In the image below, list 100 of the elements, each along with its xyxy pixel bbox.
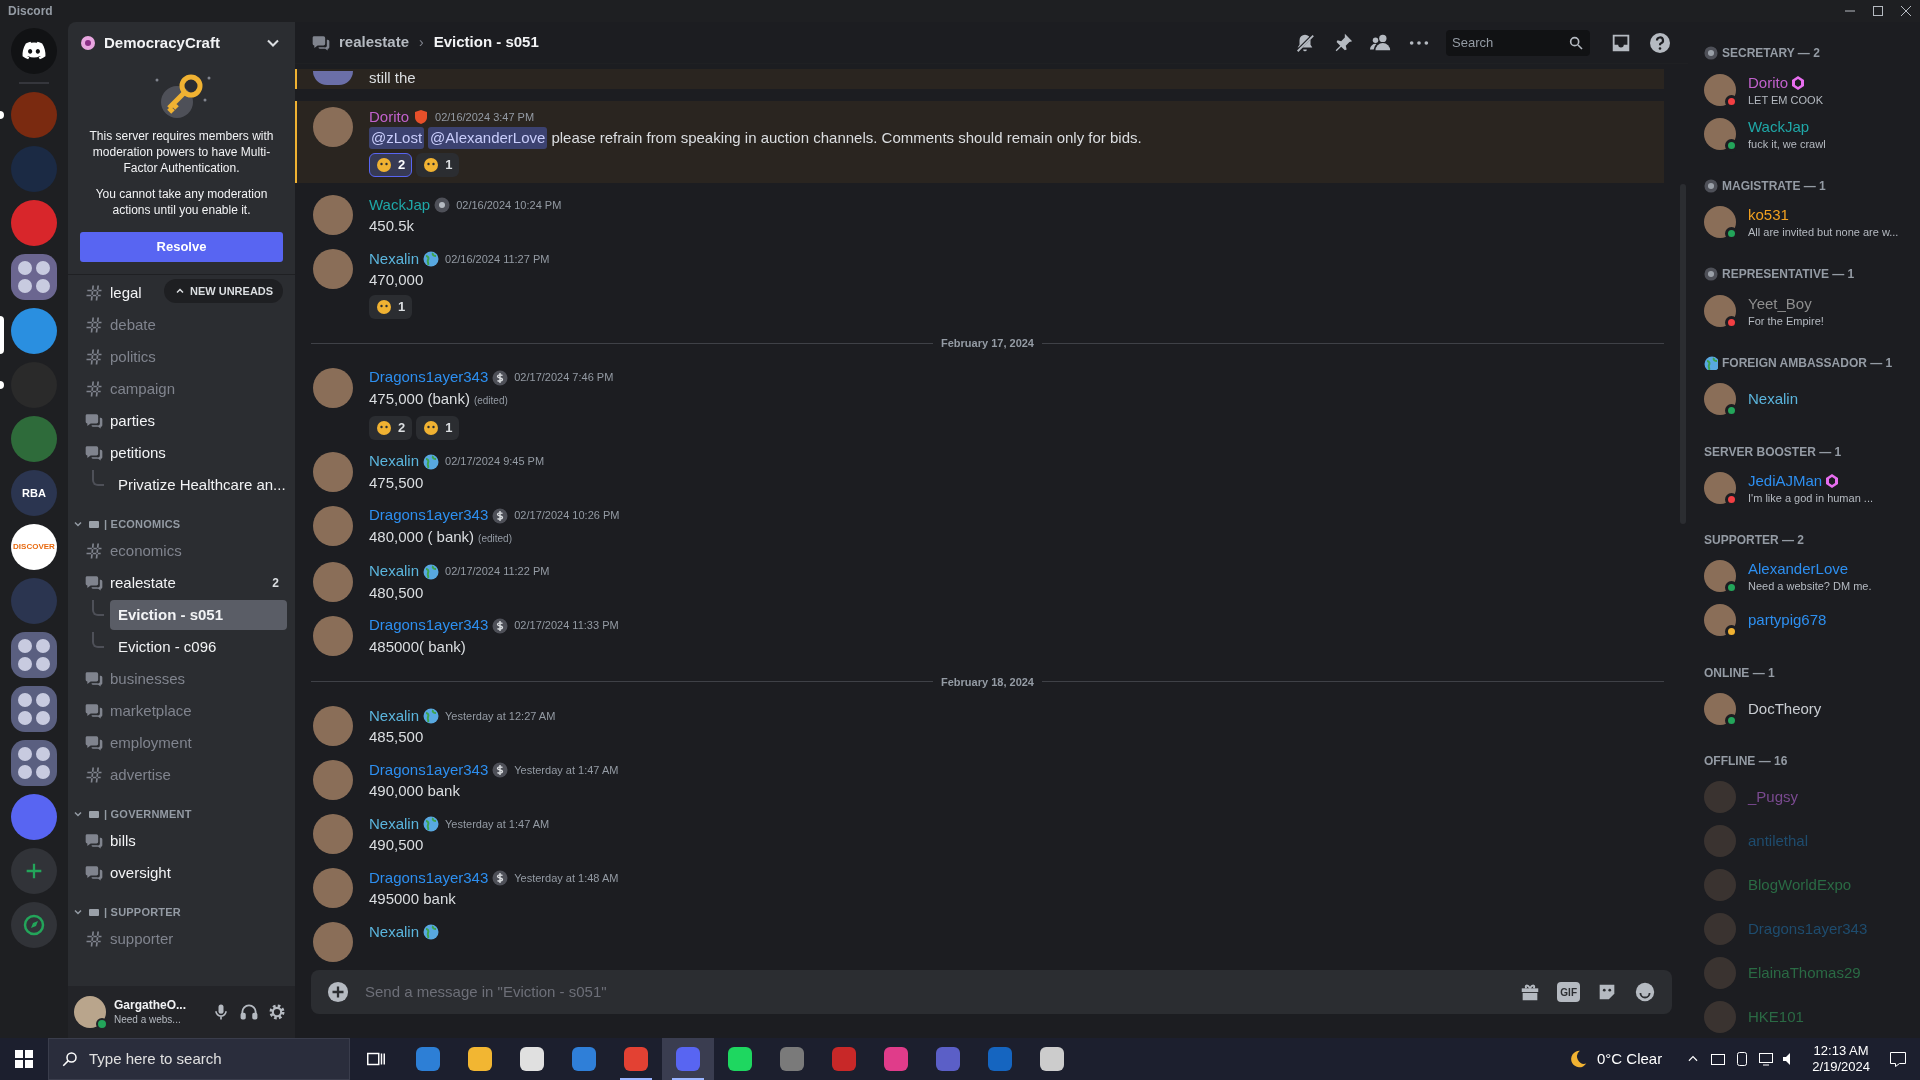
discover-button[interactable] [11,902,57,948]
server-folder[interactable] [11,254,57,300]
server-folder[interactable] [11,686,57,732]
avatar[interactable] [313,922,353,962]
channel-link[interactable]: marketplace [110,699,192,723]
author-name[interactable]: Nexalin [369,450,420,473]
channel-link[interactable]: parties [110,409,156,433]
author-name[interactable]: WackJap [369,193,431,217]
thread-link[interactable]: Privatize Healthcare an... [110,470,294,500]
channel-link[interactable]: debate [110,313,156,337]
channel-link[interactable]: businesses [110,667,186,691]
channel-link[interactable]: oversight [110,861,171,885]
server-icon[interactable] [11,794,57,840]
search-field[interactable]: Search [1446,29,1590,56]
author-name[interactable]: Dragons1ayer343 [369,758,489,782]
member-list-item[interactable]: ko531 All are invited but none are w... [1704,201,1920,244]
member-list-item[interactable]: JediAJMan I'm like a god in human ... [1704,466,1920,509]
reaction-button[interactable]: 1 [416,415,460,440]
author-name[interactable]: Dragons1ayer343 [369,504,489,527]
server-icon[interactable]: RBA [11,470,57,516]
author-name[interactable]: Nexalin [369,920,420,944]
member-list-item[interactable]: AlexanderLove Need a website? DM me. [1704,555,1920,598]
avatar[interactable] [313,249,353,289]
author-name[interactable]: Nexalin [369,812,420,836]
reaction-button[interactable]: 1 [369,295,413,319]
author-name[interactable]: Dragons1ayer343 [369,866,489,890]
avatar[interactable] [313,367,353,408]
channel-link[interactable]: economics [110,539,182,563]
member-list-item[interactable]: DocTheory [1704,687,1920,730]
avatar[interactable] [313,561,353,602]
channel-link[interactable]: supporter [110,927,174,951]
taskbar-search-field[interactable]: Type here to search [89,1047,337,1071]
thread-link[interactable]: Eviction - s051 [110,600,287,630]
maximize-icon[interactable] [1872,5,1884,17]
server-folder[interactable] [11,740,57,786]
author-name[interactable]: Nexalin [369,560,420,583]
category-header[interactable]: | ECONOMICS [104,515,181,533]
reaction-button[interactable]: 2 [369,153,413,177]
message-input-field[interactable]: Send a message in "Eviction - s051" [365,980,1504,1004]
author-name[interactable]: Dragons1ayer343 [369,366,489,389]
taskbar-app-icon[interactable] [662,1038,714,1080]
server-name[interactable]: DemocracyCraft [104,31,255,55]
avatar[interactable] [313,706,353,746]
server-icon[interactable] [11,308,57,354]
close-icon[interactable] [1900,5,1912,17]
avatar[interactable] [313,195,353,235]
breadcrumb-link[interactable]: realestate [339,31,410,54]
emoji-icon[interactable] [1634,981,1656,1003]
mention-link[interactable]: @AlexanderLove [428,127,548,149]
help-icon[interactable] [1648,30,1672,55]
author-name[interactable]: Dragons1ayer343 [369,614,489,637]
message-composer[interactable]: Send a message in "Eviction - s051" GIF [311,970,1672,1014]
clock-time[interactable]: 12:13 AM [1813,1043,1869,1059]
avatar[interactable] [313,505,353,546]
avatar[interactable] [313,814,353,854]
resolve-button[interactable]: Resolve [80,232,283,262]
channel-link[interactable]: employment [110,731,192,755]
avatar[interactable] [313,71,353,85]
member-list-item[interactable]: partypig678 [1704,599,1920,642]
category-header[interactable]: | SUPPORTER [104,903,181,921]
gif-button[interactable]: GIF [1557,982,1580,1002]
server-folder[interactable] [11,632,57,678]
author-name[interactable]: Nexalin [369,704,420,728]
category-header[interactable]: | GOVERNMENT [104,805,192,823]
server-icon[interactable] [11,200,57,246]
channel-link[interactable]: bills [110,829,136,853]
channel-link[interactable]: petitions [110,441,166,465]
add-icon[interactable] [327,981,349,1003]
avatar[interactable] [313,760,353,800]
server-icon[interactable] [11,416,57,462]
channel-link[interactable]: politics [110,345,156,369]
user-avatar[interactable] [74,996,106,1028]
mention-link[interactable]: @zLost [369,127,425,149]
author-name[interactable]: Nexalin [369,247,420,271]
new-unreads-pill[interactable]: NEW UNREADS [164,279,284,303]
author-name[interactable]: Dorito [369,105,409,129]
channel-link[interactable]: advertise [110,763,171,787]
mute-bell-icon[interactable] [1294,31,1316,54]
reaction-button[interactable]: 1 [416,153,460,177]
add-server-button[interactable] [11,848,57,894]
reaction-button[interactable]: 2 [369,415,413,440]
avatar[interactable] [313,451,353,492]
network-icon[interactable] [1758,1051,1775,1067]
avatar[interactable] [313,868,353,908]
member-list-item[interactable]: Dorito LET EM COOK [1704,68,1920,111]
search-input[interactable]: Search [1452,32,1568,53]
avatar[interactable] [313,615,353,656]
home-button[interactable] [11,28,57,74]
channel-link[interactable]: campaign [110,377,176,401]
member-list-item[interactable]: Yeet_Boy For the Empire! [1704,289,1920,332]
taskbar-search-box[interactable]: Type here to search [48,1038,350,1080]
member-list-item[interactable]: WackJap fuck it, we crawl [1704,112,1920,155]
channel-link[interactable]: legal [110,281,142,305]
notification-icon[interactable] [1888,1049,1908,1069]
clock-date[interactable]: 2/19/2024 [1812,1059,1870,1075]
channel-link[interactable]: realestate [110,571,176,595]
member-list-item[interactable]: Nexalin [1704,378,1920,421]
avatar[interactable] [313,107,353,147]
tray-icon[interactable] [1710,1051,1727,1067]
thread-link[interactable]: Eviction - c096 [110,632,287,662]
